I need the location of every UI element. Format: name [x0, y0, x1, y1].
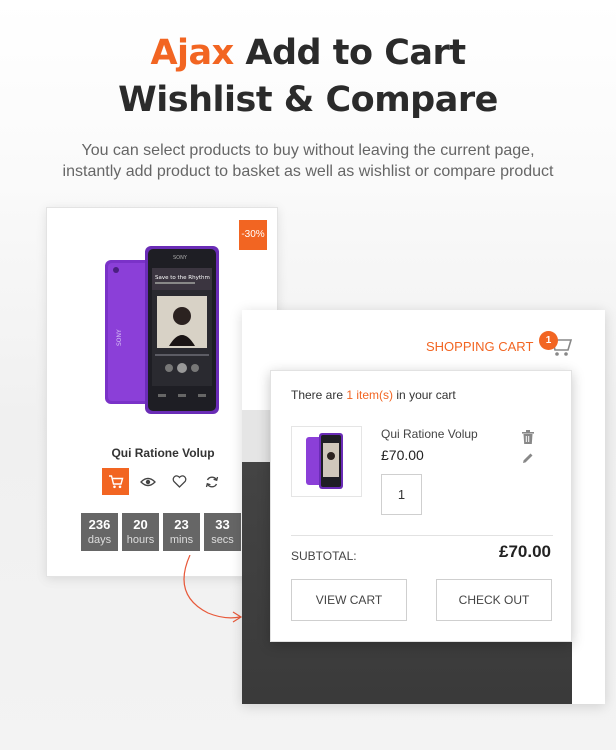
cart-item-name[interactable]: Qui Ratione Volup	[381, 427, 478, 441]
compare-button[interactable]	[198, 468, 225, 495]
eye-icon	[139, 477, 156, 486]
quantity-input[interactable]: 1	[381, 474, 422, 515]
countdown-secs: 33 secs	[204, 513, 241, 551]
checkout-button[interactable]: CHECK OUT	[436, 579, 552, 621]
hero-title-accent: Ajax	[150, 33, 234, 73]
countdown-unit: secs	[211, 534, 234, 546]
hero-title-line1: Ajax Add to Cart	[0, 30, 616, 77]
cart-summary: There are 1 item(s) in your cart	[291, 388, 456, 402]
product-image[interactable]: SONY Save to the Rhythm SONY	[103, 246, 223, 416]
shopping-cart-link[interactable]: SHOPPING CART	[426, 339, 533, 354]
cart-summary-suffix: in your cart	[396, 388, 456, 402]
cart-count-badge: 1	[539, 331, 558, 350]
svg-text:SONY: SONY	[116, 329, 123, 346]
cart-summary-count: 1 item(s)	[346, 388, 394, 402]
hero-title-rest: Add to Cart	[245, 33, 466, 73]
countdown-value: 33	[215, 517, 230, 532]
hero-subtitle-line1: You can select products to buy without l…	[81, 142, 535, 159]
subtotal-value: £70.00	[499, 542, 551, 561]
product-actions	[102, 468, 225, 495]
countdown-timer: 236 days 20 hours 23 mins 33 secs	[81, 513, 241, 551]
subtotal-label: SUBTOTAL:	[291, 549, 357, 563]
pencil-icon[interactable]	[522, 452, 534, 464]
countdown-days: 236 days	[81, 513, 118, 551]
divider	[291, 535, 553, 536]
trash-icon[interactable]	[522, 430, 534, 444]
countdown-unit: hours	[126, 534, 155, 546]
countdown-unit: mins	[169, 534, 194, 546]
hero-title-line2: Wishlist & Compare	[118, 80, 498, 120]
svg-text:SONY: SONY	[173, 255, 188, 261]
quick-view-button[interactable]	[134, 468, 161, 495]
countdown-unit: days	[87, 534, 112, 546]
hero-subtitle-line2: instantly add product to basket as well …	[62, 163, 554, 180]
countdown-value: 23	[174, 517, 189, 532]
view-cart-button[interactable]: VIEW CART	[291, 579, 407, 621]
countdown-value: 20	[133, 517, 148, 532]
phone-screen-text: Save to the Rhythm	[155, 275, 210, 281]
heart-icon	[172, 475, 187, 488]
countdown-hours: 20 hours	[122, 513, 159, 551]
hero-title: Ajax Add to Cart Wishlist & Compare	[0, 30, 616, 124]
mini-cart-dropdown: There are 1 item(s) in your cart Qui Rat…	[270, 370, 572, 642]
cart-summary-prefix: There are	[291, 388, 344, 402]
cart-item-thumbnail[interactable]	[291, 426, 362, 497]
add-to-cart-button[interactable]	[102, 468, 129, 495]
countdown-value: 236	[88, 517, 111, 532]
hero-subtitle: You can select products to buy without l…	[0, 140, 616, 182]
refresh-icon	[205, 476, 218, 487]
discount-badge: -30%	[239, 220, 267, 250]
cart-item-price: £70.00	[381, 447, 424, 463]
product-thumbnail-image	[306, 433, 343, 489]
curved-arrow-icon	[183, 555, 243, 623]
cart-icon	[108, 475, 123, 489]
countdown-mins: 23 mins	[163, 513, 200, 551]
wishlist-button[interactable]	[166, 468, 193, 495]
